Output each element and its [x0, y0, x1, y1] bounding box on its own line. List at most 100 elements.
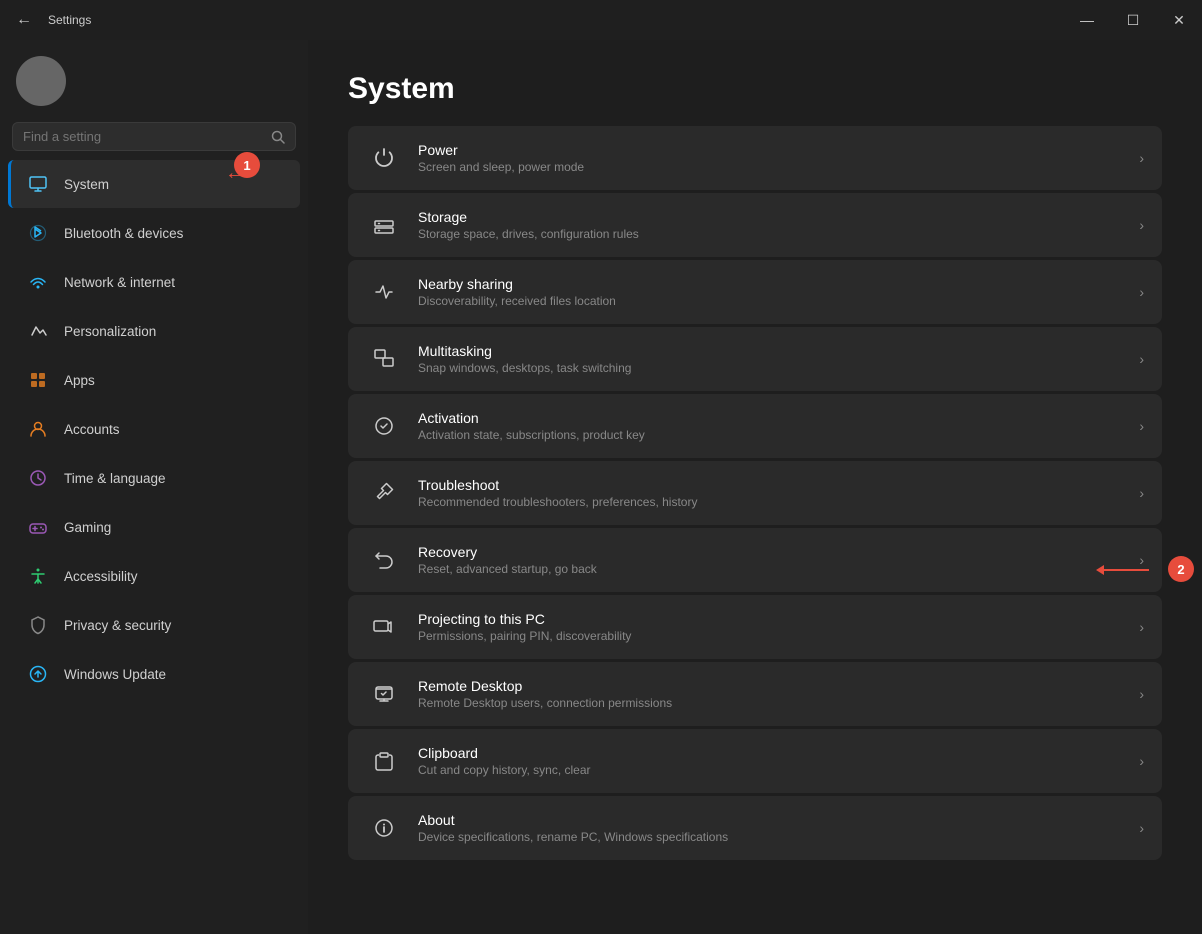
close-button[interactable]: ✕: [1156, 0, 1202, 40]
nearby-desc: Discoverability, received files location: [418, 294, 1139, 308]
avatar-area: [0, 48, 308, 122]
sidebar-item-label-system: System: [64, 177, 109, 192]
projecting-desc: Permissions, pairing PIN, discoverabilit…: [418, 629, 1139, 643]
about-icon: [366, 810, 402, 846]
nearby-chevron: ›: [1139, 284, 1144, 300]
sidebar-item-label-apps: Apps: [64, 373, 95, 388]
clipboard-icon: [366, 743, 402, 779]
content-area: System 1 ← Bluetooth & devices: [0, 40, 1202, 934]
remote-desc: Remote Desktop users, connection permiss…: [418, 696, 1139, 710]
recovery-chevron: ›: [1139, 552, 1144, 568]
settings-item-power[interactable]: Power Screen and sleep, power mode ›: [348, 126, 1162, 190]
power-icon: [366, 140, 402, 176]
power-chevron: ›: [1139, 150, 1144, 166]
about-title: About: [418, 812, 1139, 828]
sidebar-item-time[interactable]: Time & language: [8, 454, 300, 502]
back-icon[interactable]: ←: [16, 11, 32, 29]
search-input[interactable]: [23, 129, 271, 144]
avatar: [16, 56, 66, 106]
settings-list: Power Screen and sleep, power mode ›: [348, 126, 1162, 860]
settings-item-nearby[interactable]: Nearby sharing Discoverability, received…: [348, 260, 1162, 324]
sidebar-item-label-privacy: Privacy & security: [64, 618, 171, 633]
troubleshoot-desc: Recommended troubleshooters, preferences…: [418, 495, 1139, 509]
settings-item-recovery[interactable]: Recovery Reset, advanced startup, go bac…: [348, 528, 1162, 592]
storage-desc: Storage space, drives, configuration rul…: [418, 227, 1139, 241]
sidebar-item-label-gaming: Gaming: [64, 520, 111, 535]
nearby-text: Nearby sharing Discoverability, received…: [418, 276, 1139, 308]
power-text: Power Screen and sleep, power mode: [418, 142, 1139, 174]
remote-title: Remote Desktop: [418, 678, 1139, 694]
activation-chevron: ›: [1139, 418, 1144, 434]
network-icon: [24, 268, 52, 296]
sidebar-item-label-bluetooth: Bluetooth & devices: [64, 226, 183, 241]
page-title: System: [348, 72, 1162, 106]
about-desc: Device specifications, rename PC, Window…: [418, 830, 1139, 844]
settings-item-about[interactable]: About Device specifications, rename PC, …: [348, 796, 1162, 860]
sidebar: System 1 ← Bluetooth & devices: [0, 40, 308, 934]
multitasking-desc: Snap windows, desktops, task switching: [418, 361, 1139, 375]
settings-item-activation[interactable]: Activation Activation state, subscriptio…: [348, 394, 1162, 458]
search-icon: [271, 130, 285, 144]
settings-item-clipboard[interactable]: Clipboard Cut and copy history, sync, cl…: [348, 729, 1162, 793]
remote-text: Remote Desktop Remote Desktop users, con…: [418, 678, 1139, 710]
sidebar-item-label-network: Network & internet: [64, 275, 175, 290]
system-icon: [24, 170, 52, 198]
time-icon: [24, 464, 52, 492]
sidebar-item-gaming[interactable]: Gaming: [8, 503, 300, 551]
nav-list: System 1 ← Bluetooth & devices: [0, 159, 308, 699]
remote-chevron: ›: [1139, 686, 1144, 702]
settings-item-multitasking[interactable]: Multitasking Snap windows, desktops, tas…: [348, 327, 1162, 391]
sidebar-item-network[interactable]: Network & internet: [8, 258, 300, 306]
search-box[interactable]: [12, 122, 296, 151]
clipboard-desc: Cut and copy history, sync, clear: [418, 763, 1139, 777]
sidebar-item-personalization[interactable]: Personalization: [8, 307, 300, 355]
nearby-icon: [366, 274, 402, 310]
privacy-icon: [24, 611, 52, 639]
minimize-button[interactable]: —: [1064, 0, 1110, 40]
storage-title: Storage: [418, 209, 1139, 225]
sidebar-item-label-time: Time & language: [64, 471, 166, 486]
storage-icon: [366, 207, 402, 243]
sidebar-item-accessibility[interactable]: Accessibility: [8, 552, 300, 600]
settings-item-storage[interactable]: Storage Storage space, drives, configura…: [348, 193, 1162, 257]
titlebar: ← Settings — ☐ ✕: [0, 0, 1202, 40]
remote-icon: [366, 676, 402, 712]
recovery-desc: Reset, advanced startup, go back: [418, 562, 1139, 576]
sidebar-item-windows-update[interactable]: Windows Update: [8, 650, 300, 698]
recovery-text: Recovery Reset, advanced startup, go bac…: [418, 544, 1139, 576]
gaming-icon: [24, 513, 52, 541]
accessibility-icon: [24, 562, 52, 590]
recovery-icon: [366, 542, 402, 578]
about-chevron: ›: [1139, 820, 1144, 836]
sidebar-item-apps[interactable]: Apps: [8, 356, 300, 404]
sidebar-item-label-update: Windows Update: [64, 667, 166, 682]
settings-item-remote[interactable]: Remote Desktop Remote Desktop users, con…: [348, 662, 1162, 726]
sidebar-item-accounts[interactable]: Accounts: [8, 405, 300, 453]
update-icon: [24, 660, 52, 688]
activation-icon: [366, 408, 402, 444]
power-title: Power: [418, 142, 1139, 158]
window-title: Settings: [48, 13, 91, 27]
activation-text: Activation Activation state, subscriptio…: [418, 410, 1139, 442]
sidebar-item-system[interactable]: System 1 ←: [8, 160, 300, 208]
sidebar-item-bluetooth[interactable]: Bluetooth & devices: [8, 209, 300, 257]
maximize-button[interactable]: ☐: [1110, 0, 1156, 40]
annotation-badge-1: 1: [234, 152, 260, 178]
about-text: About Device specifications, rename PC, …: [418, 812, 1139, 844]
projecting-icon: [366, 609, 402, 645]
troubleshoot-chevron: ›: [1139, 485, 1144, 501]
power-desc: Screen and sleep, power mode: [418, 160, 1139, 174]
storage-text: Storage Storage space, drives, configura…: [418, 209, 1139, 241]
troubleshoot-title: Troubleshoot: [418, 477, 1139, 493]
storage-chevron: ›: [1139, 217, 1144, 233]
activation-title: Activation: [418, 410, 1139, 426]
settings-item-projecting[interactable]: Projecting to this PC Permissions, pairi…: [348, 595, 1162, 659]
projecting-title: Projecting to this PC: [418, 611, 1139, 627]
multitasking-text: Multitasking Snap windows, desktops, tas…: [418, 343, 1139, 375]
settings-window: ← Settings — ☐ ✕: [0, 0, 1202, 934]
projecting-text: Projecting to this PC Permissions, pairi…: [418, 611, 1139, 643]
activation-desc: Activation state, subscriptions, product…: [418, 428, 1139, 442]
settings-item-troubleshoot[interactable]: Troubleshoot Recommended troubleshooters…: [348, 461, 1162, 525]
sidebar-item-label-personalization: Personalization: [64, 324, 156, 339]
sidebar-item-privacy[interactable]: Privacy & security: [8, 601, 300, 649]
